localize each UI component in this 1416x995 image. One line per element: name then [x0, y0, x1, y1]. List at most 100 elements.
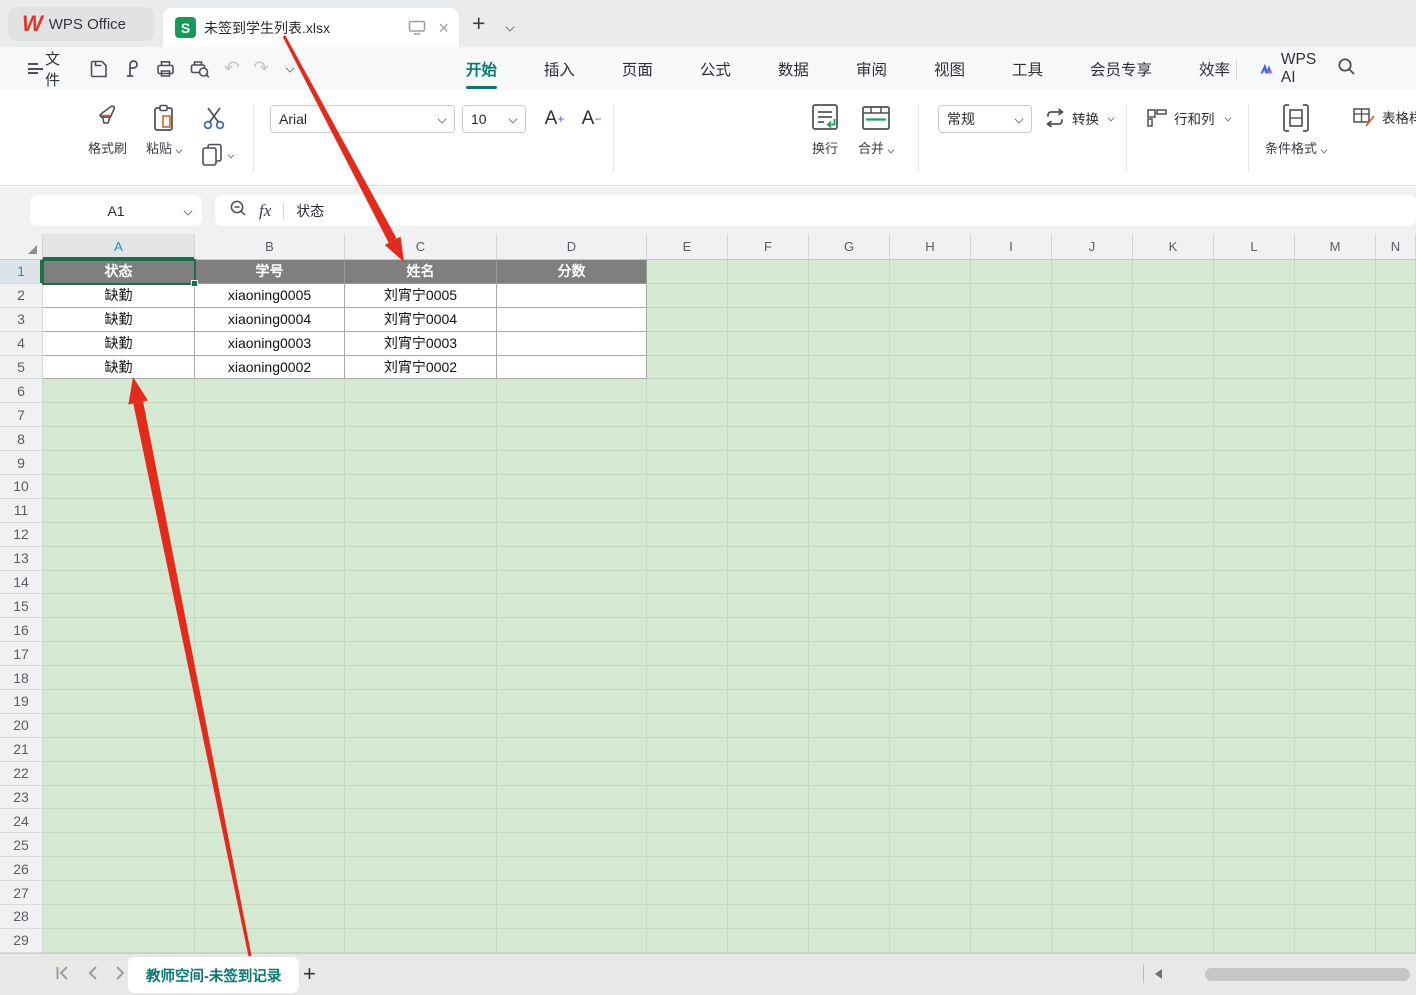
cell-J9[interactable] — [1052, 451, 1133, 475]
cell-E6[interactable] — [647, 379, 728, 403]
cell-I5[interactable] — [971, 356, 1052, 380]
cell-G15[interactable] — [809, 594, 890, 618]
cell-J21[interactable] — [1052, 738, 1133, 762]
cell-E10[interactable] — [647, 475, 728, 499]
number-format-combobox[interactable]: 常规 — [938, 105, 1032, 133]
cell-G29[interactable] — [809, 929, 890, 953]
cell-D2[interactable] — [497, 284, 647, 308]
cell-L14[interactable] — [1214, 571, 1295, 595]
cell-H4[interactable] — [890, 332, 971, 356]
cell-J24[interactable] — [1052, 809, 1133, 833]
row-header-29[interactable]: 29 — [0, 929, 43, 953]
wps-ai-button[interactable]: WPS AI — [1259, 51, 1322, 87]
cell-H21[interactable] — [890, 738, 971, 762]
cell-F6[interactable] — [728, 379, 809, 403]
cell-H24[interactable] — [890, 809, 971, 833]
row-header-15[interactable]: 15 — [0, 594, 43, 618]
cell-D26[interactable] — [497, 857, 647, 881]
row-header-13[interactable]: 13 — [0, 547, 43, 571]
cell-G9[interactable] — [809, 451, 890, 475]
cell-K7[interactable] — [1133, 403, 1214, 427]
cell-M5[interactable] — [1295, 356, 1376, 380]
cell-M28[interactable] — [1295, 905, 1376, 929]
cell-F4[interactable] — [728, 332, 809, 356]
cell-G18[interactable] — [809, 666, 890, 690]
cell-K25[interactable] — [1133, 833, 1214, 857]
cell-J1[interactable] — [1052, 260, 1133, 284]
cell-L29[interactable] — [1214, 929, 1295, 953]
cell-B9[interactable] — [195, 451, 345, 475]
row-header-1[interactable]: 1 — [0, 260, 43, 284]
cell-G22[interactable] — [809, 762, 890, 786]
cell-E14[interactable] — [647, 571, 728, 595]
cell-B21[interactable] — [195, 738, 345, 762]
ribbon-tab-审阅[interactable]: 审阅 — [856, 58, 887, 80]
cell-L6[interactable] — [1214, 379, 1295, 403]
cell-G11[interactable] — [809, 499, 890, 523]
name-box[interactable]: A1 — [30, 195, 202, 226]
column-header-M[interactable]: M — [1295, 234, 1376, 260]
cell-F10[interactable] — [728, 475, 809, 499]
column-header-N[interactable]: N — [1376, 234, 1416, 260]
cell-M22[interactable] — [1295, 762, 1376, 786]
cell-F3[interactable] — [728, 308, 809, 332]
cell-D25[interactable] — [497, 833, 647, 857]
cell-G24[interactable] — [809, 809, 890, 833]
row-header-20[interactable]: 20 — [0, 714, 43, 738]
cell-F22[interactable] — [728, 762, 809, 786]
cell-H6[interactable] — [890, 379, 971, 403]
cell-E13[interactable] — [647, 547, 728, 571]
cell-J2[interactable] — [1052, 284, 1133, 308]
cell-N29[interactable] — [1376, 929, 1416, 953]
cell-A29[interactable] — [43, 929, 195, 953]
cell-C9[interactable] — [345, 451, 497, 475]
cell-J13[interactable] — [1052, 547, 1133, 571]
cell-E15[interactable] — [647, 594, 728, 618]
ribbon-tab-数据[interactable]: 数据 — [778, 58, 809, 80]
cell-L5[interactable] — [1214, 356, 1295, 380]
cell-L18[interactable] — [1214, 666, 1295, 690]
cell-K10[interactable] — [1133, 475, 1214, 499]
cell-J18[interactable] — [1052, 666, 1133, 690]
name-box-chevron-icon[interactable] — [183, 206, 192, 215]
cell-H1[interactable] — [890, 260, 971, 284]
cell-I28[interactable] — [971, 905, 1052, 929]
cell-J26[interactable] — [1052, 857, 1133, 881]
cell-A6[interactable] — [43, 379, 195, 403]
cell-E29[interactable] — [647, 929, 728, 953]
cell-N23[interactable] — [1376, 786, 1416, 810]
cell-K18[interactable] — [1133, 666, 1214, 690]
cell-H15[interactable] — [890, 594, 971, 618]
cell-M21[interactable] — [1295, 738, 1376, 762]
cell-C7[interactable] — [345, 403, 497, 427]
cell-D15[interactable] — [497, 594, 647, 618]
cell-D20[interactable] — [497, 714, 647, 738]
cell-J27[interactable] — [1052, 881, 1133, 905]
ribbon-tab-视图[interactable]: 视图 — [934, 58, 965, 80]
cell-K29[interactable] — [1133, 929, 1214, 953]
cell-A17[interactable] — [43, 642, 195, 666]
cell-J8[interactable] — [1052, 427, 1133, 451]
cell-D1[interactable]: 分数 — [497, 260, 647, 284]
cell-C28[interactable] — [345, 905, 497, 929]
ribbon-tab-公式[interactable]: 公式 — [700, 58, 731, 80]
cell-K16[interactable] — [1133, 618, 1214, 642]
cut-button[interactable] — [200, 106, 228, 137]
cell-D24[interactable] — [497, 809, 647, 833]
cell-A21[interactable] — [43, 738, 195, 762]
cell-B10[interactable] — [195, 475, 345, 499]
cell-A22[interactable] — [43, 762, 195, 786]
cell-B23[interactable] — [195, 786, 345, 810]
cell-J10[interactable] — [1052, 475, 1133, 499]
cell-A4[interactable]: 缺勤 — [43, 332, 195, 356]
cell-C10[interactable] — [345, 475, 497, 499]
cell-N20[interactable] — [1376, 714, 1416, 738]
wps-office-menu-button[interactable]: W WPS Office — [8, 7, 154, 41]
column-header-A[interactable]: A — [43, 234, 195, 260]
document-tab[interactable]: S 未签到学生列表.xlsx × — [163, 8, 459, 47]
tab-list-chevron-icon[interactable] — [502, 18, 514, 36]
cell-N11[interactable] — [1376, 499, 1416, 523]
cell-I3[interactable] — [971, 308, 1052, 332]
cell-F9[interactable] — [728, 451, 809, 475]
cell-M25[interactable] — [1295, 833, 1376, 857]
